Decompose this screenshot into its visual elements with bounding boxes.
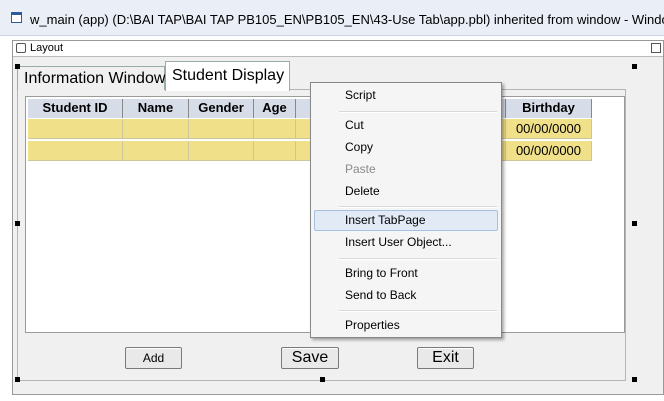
grid-cell[interactable] [123, 141, 189, 161]
menu-item-script[interactable]: Script [314, 85, 498, 106]
grid-cell[interactable] [189, 141, 254, 161]
column-header-age[interactable]: Age [254, 99, 296, 118]
grid-cell-birthday[interactable]: 00/00/0000 [506, 119, 592, 139]
menu-item-cut[interactable]: Cut [314, 115, 498, 136]
selection-handle[interactable] [320, 377, 325, 382]
grid-cell[interactable] [28, 141, 123, 161]
window-title: w_main (app) (D:\BAI TAP\BAI TAP PB105_E… [30, 12, 664, 27]
maximize-icon[interactable] [651, 43, 661, 53]
selection-handle[interactable] [15, 221, 20, 226]
selection-handle[interactable] [632, 377, 637, 382]
selection-handle[interactable] [15, 377, 20, 382]
window-title-bar[interactable]: w_main (app) (D:\BAI TAP\BAI TAP PB105_E… [0, 0, 664, 36]
grid-cell[interactable] [123, 119, 189, 139]
column-header-name[interactable]: Name [123, 99, 189, 118]
add-button[interactable]: Add [125, 347, 182, 369]
selection-handle[interactable] [632, 221, 637, 226]
tab-information-window[interactable]: Information Window [17, 66, 165, 90]
grid-cell[interactable] [254, 119, 296, 139]
menu-item-properties[interactable]: Properties [314, 315, 498, 336]
menu-separator [339, 310, 497, 312]
menu-item-delete[interactable]: Delete [314, 181, 498, 202]
layout-title: Layout [30, 42, 64, 54]
layout-icon [16, 43, 26, 53]
column-header-student-id[interactable]: Student ID [28, 99, 123, 118]
grid-cell-birthday[interactable]: 00/00/0000 [506, 141, 592, 161]
grid-cell[interactable] [28, 119, 123, 139]
grid-cell[interactable] [254, 141, 296, 161]
menu-item-insert-user-object[interactable]: Insert User Object... [314, 232, 498, 253]
column-header-gender[interactable]: Gender [189, 99, 254, 118]
menu-separator [339, 206, 497, 208]
selection-handle[interactable] [632, 64, 637, 69]
menu-separator [339, 111, 497, 113]
context-menu: Script Cut Copy Paste Delete Insert TabP… [310, 82, 502, 338]
exit-button[interactable]: Exit [417, 347, 474, 369]
menu-separator [339, 258, 497, 260]
window-icon [11, 12, 22, 23]
status-strip [0, 395, 664, 401]
save-button[interactable]: Save [281, 347, 339, 369]
menu-item-paste: Paste [345, 162, 376, 176]
grid-cell[interactable] [189, 119, 254, 139]
selection-handle[interactable] [15, 64, 20, 69]
menu-item-send-to-back[interactable]: Send to Back [314, 285, 498, 306]
menu-item-copy[interactable]: Copy [314, 137, 498, 158]
tab-student-display[interactable]: Student Display [165, 61, 290, 91]
layout-caption-bar[interactable]: Layout [13, 41, 663, 57]
column-header-birthday[interactable]: Birthday [506, 99, 592, 118]
menu-item-bring-to-front[interactable]: Bring to Front [314, 263, 498, 284]
menu-item-insert-tabpage[interactable]: Insert TabPage [314, 210, 498, 231]
